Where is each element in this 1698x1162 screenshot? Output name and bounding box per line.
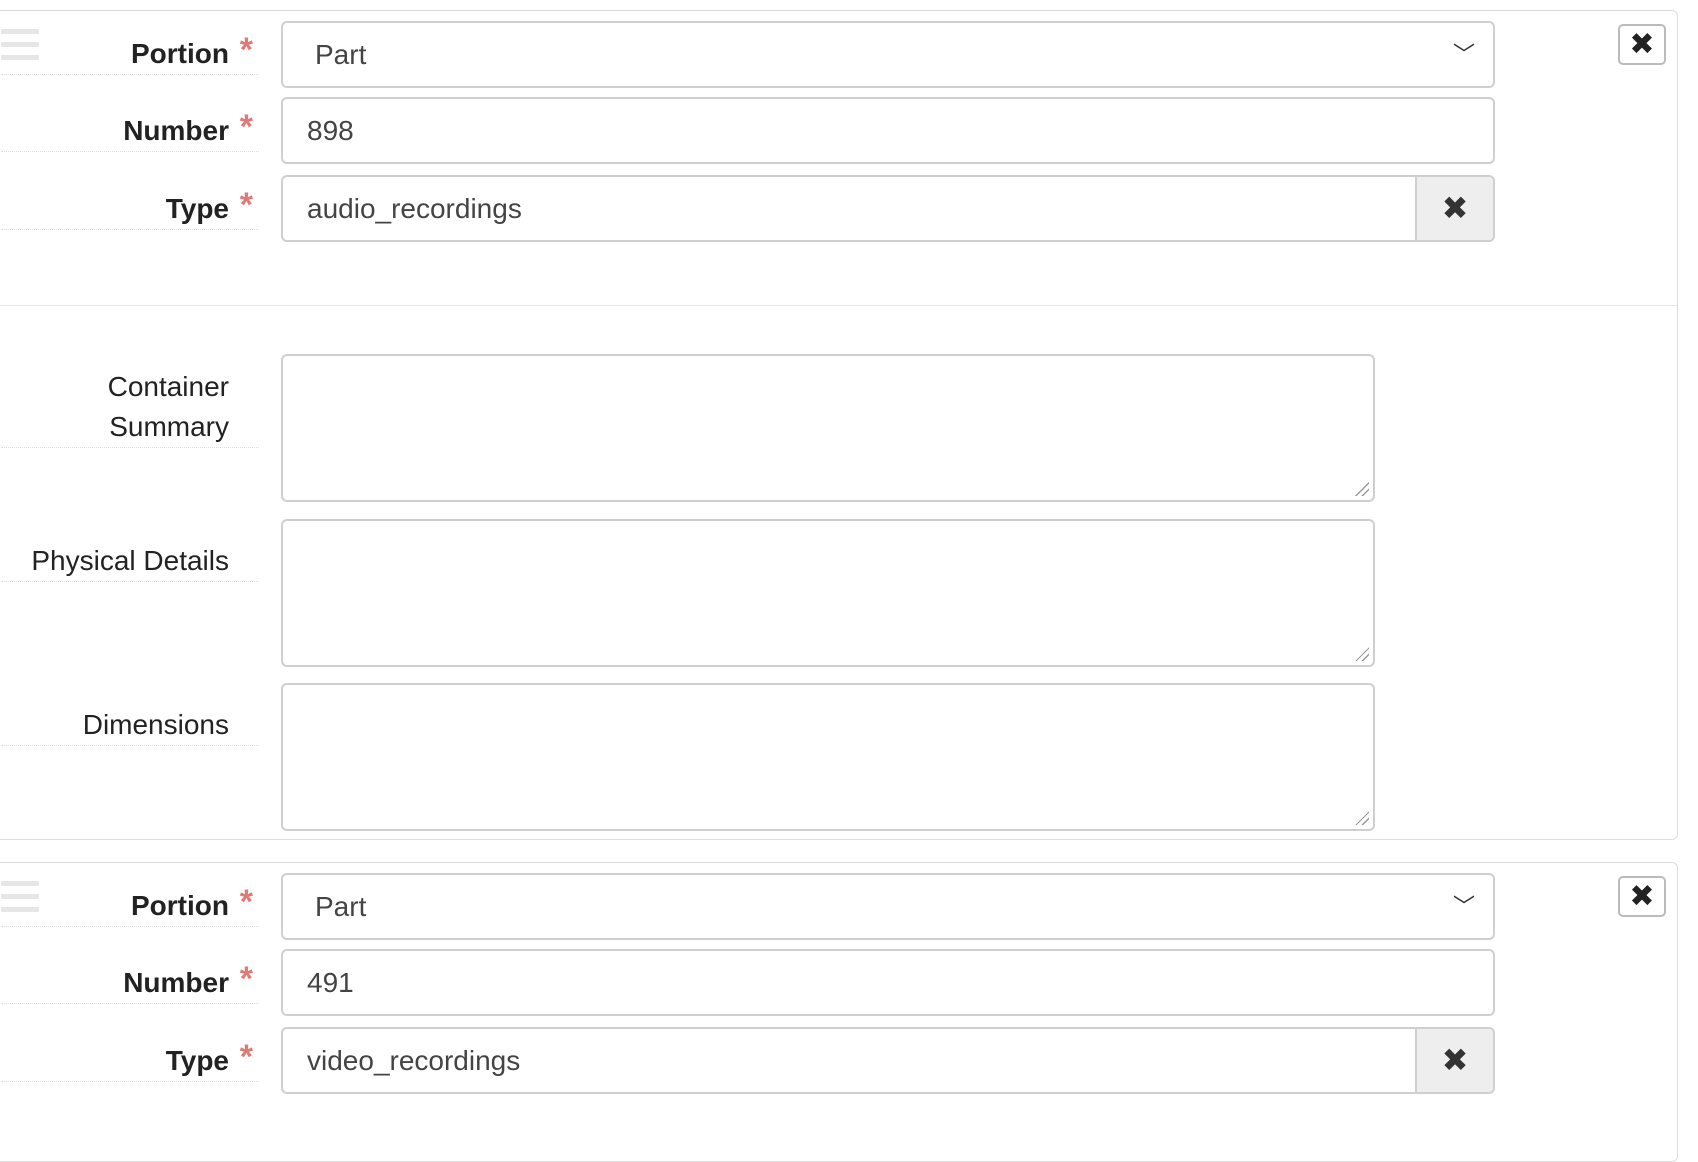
physical-details-label: Physical Details [1,541,259,582]
type-input[interactable]: audio_recordings ✖ [281,175,1495,242]
portion-label: Portion * [1,31,259,75]
number-input-value: 898 [307,115,354,146]
required-icon: * [239,1038,253,1076]
portion-select[interactable]: Part ﹀ [281,873,1495,940]
resize-handle-icon[interactable] [1355,482,1369,496]
portion-select-value: Part [315,39,367,70]
type-input-value: audio_recordings [307,193,522,224]
number-input-value: 491 [307,967,354,998]
required-icon: * [239,108,253,146]
type-label: Type * [1,1038,259,1082]
section-divider [0,305,1677,306]
resize-handle-icon[interactable] [1355,647,1369,661]
instance-panel: ✖ Portion * Part ﹀ Number * 898 Type * audi… [0,10,1678,840]
physical-details-textarea[interactable] [281,519,1375,667]
container-summary-label: Container Summary [1,367,259,448]
instance-panel: ✖ Portion * Part ﹀ Number * 491 Type * vide… [0,862,1678,1162]
chevron-down-icon: ﹀ [1452,894,1475,919]
close-icon: ✖ [1629,28,1655,61]
portion-label: Portion * [1,883,259,927]
number-label: Number * [1,108,259,152]
container-summary-textarea[interactable] [281,354,1375,502]
number-label: Number * [1,960,259,1004]
type-input[interactable]: video_recordings ✖ [281,1027,1495,1094]
required-icon: * [239,31,253,69]
clear-type-button[interactable]: ✖ [1415,177,1493,240]
dimensions-textarea[interactable] [281,683,1375,831]
required-icon: * [239,960,253,998]
required-icon: * [239,883,253,921]
type-label: Type * [1,186,259,230]
type-input-value: video_recordings [307,1045,521,1076]
chevron-down-icon: ﹀ [1452,42,1475,67]
close-icon: ✖ [1441,1042,1469,1078]
resize-handle-icon[interactable] [1355,811,1369,825]
remove-instance-button[interactable]: ✖ [1618,24,1666,65]
required-icon: * [239,186,253,224]
clear-type-button[interactable]: ✖ [1415,1029,1493,1092]
dimensions-label: Dimensions [1,705,259,746]
remove-instance-button[interactable]: ✖ [1618,876,1666,917]
close-icon: ✖ [1629,880,1655,913]
close-icon: ✖ [1441,190,1469,226]
number-input[interactable]: 898 [281,97,1495,164]
portion-select[interactable]: Part ﹀ [281,21,1495,88]
number-input[interactable]: 491 [281,949,1495,1016]
portion-select-value: Part [315,891,367,922]
